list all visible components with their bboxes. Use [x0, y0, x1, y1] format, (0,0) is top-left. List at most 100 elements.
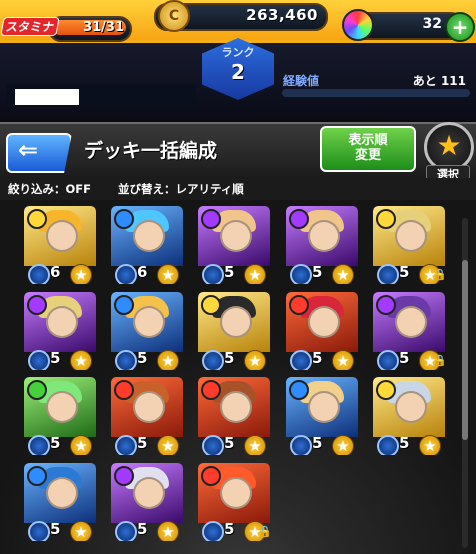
- star-icon: ★: [332, 350, 354, 370]
- star-icon: ★: [419, 435, 441, 455]
- card-footer: 5 ★: [111, 348, 183, 370]
- coin-value: 263,460: [246, 6, 318, 24]
- water-element-icon: [27, 466, 47, 486]
- monster-card[interactable]: 5 ★: [373, 377, 445, 455]
- monster-portrait: [373, 206, 445, 266]
- sort-order-button[interactable]: 表示順 変更: [320, 126, 416, 172]
- rank-value: 2: [231, 60, 245, 84]
- monster-card[interactable]: 5 ★ 🔒: [373, 206, 445, 284]
- slot-icon: [202, 350, 224, 370]
- dark-element-icon: [201, 209, 221, 229]
- coin-icon: C: [158, 0, 190, 32]
- rarity-value: 5: [312, 263, 323, 281]
- slot-icon: [115, 350, 137, 370]
- water-element-icon: [114, 209, 134, 229]
- back-button[interactable]: [6, 133, 72, 173]
- fire-element-icon: [289, 295, 309, 315]
- monster-card[interactable]: 6 ★: [24, 206, 96, 284]
- monster-card[interactable]: 5 ★: [198, 377, 270, 455]
- monster-portrait: [198, 463, 270, 523]
- rarity-value: 5: [50, 434, 61, 452]
- rarity-value: 5: [137, 520, 148, 538]
- monster-card[interactable]: 5 ★: [111, 463, 183, 541]
- star-icon: ★: [244, 435, 266, 455]
- portrait-face: [46, 306, 78, 338]
- card-footer: 5 ★: [286, 433, 358, 455]
- monster-card[interactable]: 6 ★: [111, 206, 183, 284]
- filter-toggle[interactable]: 絞り込み：OFF: [8, 181, 91, 197]
- lock-icon: 🔒: [258, 525, 270, 538]
- portrait-face: [395, 306, 427, 338]
- portrait-face: [220, 477, 252, 509]
- rarity-value: 5: [312, 349, 323, 367]
- monster-card[interactable]: 5 ★: [198, 206, 270, 284]
- monster-portrait: [24, 292, 96, 352]
- monster-card[interactable]: 5 ★ 🔒: [198, 463, 270, 541]
- star-icon: ★: [157, 435, 179, 455]
- card-footer: 5 ★: [111, 519, 183, 541]
- add-gems-button[interactable]: +: [445, 12, 475, 42]
- card-footer: 5 ★ 🔒: [373, 262, 445, 284]
- sort-button-line1: 表示順: [348, 133, 388, 148]
- portrait-face: [133, 220, 165, 252]
- portrait-face: [308, 220, 340, 252]
- portrait-face: [46, 391, 78, 423]
- fire-element-icon: [201, 466, 221, 486]
- monster-card[interactable]: 5 ★: [286, 206, 358, 284]
- monster-portrait: [24, 463, 96, 523]
- monster-card[interactable]: 5 ★: [111, 377, 183, 455]
- card-footer: 5 ★: [198, 348, 270, 370]
- dark-element-icon: [27, 295, 47, 315]
- water-element-icon: [289, 380, 309, 400]
- star-icon: ★: [157, 350, 179, 370]
- star-icon: ★: [157, 521, 179, 541]
- rarity-value: 5: [312, 434, 323, 452]
- monster-card[interactable]: 5 ★: [286, 377, 358, 455]
- dark-element-icon: [376, 295, 396, 315]
- star-icon: ★: [157, 264, 179, 284]
- rarity-value: 6: [50, 263, 61, 281]
- fire-element-icon: [114, 380, 134, 400]
- monster-portrait: [373, 377, 445, 437]
- portrait-face: [46, 477, 78, 509]
- rarity-value: 5: [137, 434, 148, 452]
- slot-icon: [290, 350, 312, 370]
- monster-card[interactable]: 5 ★: [111, 292, 183, 370]
- monster-card[interactable]: 5 ★: [198, 292, 270, 370]
- portrait-face: [395, 220, 427, 252]
- slot-icon: [28, 435, 50, 455]
- portrait-face: [308, 306, 340, 338]
- dark-element-icon: [289, 209, 309, 229]
- portrait-face: [395, 391, 427, 423]
- monster-portrait: [373, 292, 445, 352]
- exp-bar: [282, 89, 470, 97]
- stamina-value: 31/31: [83, 20, 124, 35]
- slot-icon: [202, 264, 224, 284]
- star-icon: ★: [332, 435, 354, 455]
- star-icon: ★: [70, 435, 92, 455]
- slot-icon: [28, 264, 50, 284]
- monster-card[interactable]: 5 ★: [24, 292, 96, 370]
- monster-card[interactable]: 5 ★: [24, 377, 96, 455]
- rarity-value: 5: [224, 263, 235, 281]
- monster-card[interactable]: 5 ★ 🔒: [373, 292, 445, 370]
- slot-icon: [377, 435, 399, 455]
- monster-portrait: [111, 377, 183, 437]
- wood-element-icon: [27, 380, 47, 400]
- sort-toggle[interactable]: 並び替え：レアリティ順: [118, 181, 244, 197]
- star-icon: ★: [244, 350, 266, 370]
- monster-portrait: [286, 292, 358, 352]
- card-footer: 5 ★: [111, 433, 183, 455]
- star-icon: ★: [332, 264, 354, 284]
- monster-card[interactable]: 5 ★: [24, 463, 96, 541]
- monster-portrait: [111, 463, 183, 523]
- scrollbar-thumb[interactable]: [462, 260, 468, 440]
- star-icon: ★: [70, 350, 92, 370]
- monster-card[interactable]: 5 ★: [286, 292, 358, 370]
- portrait-face: [133, 306, 165, 338]
- light-element-icon: [376, 380, 396, 400]
- rarity-value: 5: [399, 349, 410, 367]
- light-element-icon: [376, 209, 396, 229]
- portrait-face: [46, 220, 78, 252]
- monster-portrait: [24, 377, 96, 437]
